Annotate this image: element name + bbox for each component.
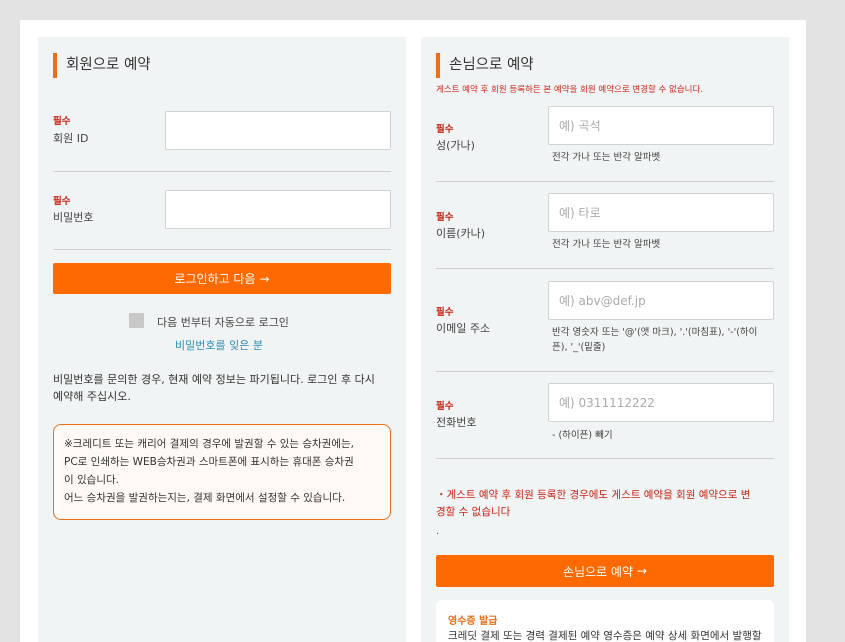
- email-input[interactable]: [548, 281, 774, 320]
- divider: [436, 181, 774, 182]
- member-reservation-panel: 회원으로 예약 필수 회원 ID 필수 비밀번호 로그인하고 다음 → 다음 번…: [38, 37, 406, 642]
- guest-warning: ・게스트 예약 후 회원 등록한 경우에도 게스트 예약을 회원 예약으로 변 …: [436, 487, 776, 521]
- autologin-checkbox[interactable]: [129, 313, 144, 328]
- ticket-notice-line: 어느 승차권을 발권하는지는, 결제 화면에서 설정할 수 있습니다.: [64, 492, 346, 504]
- given-name-input[interactable]: [548, 193, 774, 232]
- guest-reserve-button[interactable]: 손님으로 예약 →: [436, 555, 774, 587]
- guest-reserve-label: 손님으로 예약: [562, 564, 633, 579]
- given-name-label: 이름(카나): [436, 227, 486, 240]
- divider: [436, 458, 774, 459]
- guest-subnote: 게스트 예약 후 회원 등록하든 본 예약을 회원 예약으로 변경할 수 없습니…: [436, 85, 704, 95]
- ticket-notice-line: ※크레디트 또는 캐리어 결제의 경우에 발권할 수 있는 승차권에는,: [64, 438, 354, 450]
- ticket-notice-line: PC로 인쇄하는 WEB승차권과 스마트폰에 표시하는 휴대폰 승차권: [64, 456, 354, 468]
- phone-label: 전화번호: [436, 416, 477, 429]
- phone-input[interactable]: [548, 383, 774, 422]
- member-id-label: 회원 ID: [53, 132, 89, 145]
- member-id-input[interactable]: [165, 111, 391, 150]
- email-hint: 반각 영숫자 또는 '@'(앳 마크), '.'(마침표), '-'(하이 픈)…: [552, 325, 777, 355]
- login-next-button[interactable]: 로그인하고 다음 →: [53, 263, 391, 294]
- given-name-hint: 전각 가나 또는 반각 알파벳: [552, 239, 661, 250]
- trailing-dot: .: [436, 526, 440, 537]
- required-badge: 필수: [436, 401, 454, 412]
- guest-warning-line: 경할 수 없습니다: [436, 506, 511, 518]
- login-next-label: 로그인하고 다음: [174, 272, 256, 286]
- email-label: 이메일 주소: [436, 322, 491, 335]
- arrow-right-icon: →: [637, 564, 648, 578]
- notice-line: 예약해 주십시오.: [53, 390, 131, 403]
- autologin-label: 다음 번부터 자동으로 로그인: [157, 316, 289, 329]
- email-hint-line: 픈), '_'(밑줄): [552, 342, 606, 353]
- ticket-notice-line: 이 있습니다.: [64, 474, 119, 486]
- receipt-card: 영수증 발급 크레딧 결제 또는 경력 결제된 예약 영수증은 예약 상세 화면…: [436, 600, 774, 642]
- forgot-password-link[interactable]: 비밀번호를 잊은 분: [175, 337, 263, 353]
- email-hint-line: 반각 영숫자 또는 '@'(앳 마크), '.'(마침표), '-'(하이: [552, 327, 758, 338]
- arrow-right-icon: →: [259, 271, 270, 286]
- required-badge: 필수: [53, 196, 71, 207]
- password-input[interactable]: [165, 190, 391, 229]
- guest-reservation-panel: 손님으로 예약 게스트 예약 후 회원 등록하든 본 예약을 회원 예약으로 변…: [421, 37, 789, 642]
- required-badge: 필수: [436, 212, 454, 223]
- notice-line: 비밀번호를 문의한 경우, 현재 예약 정보는 파기됩니다. 로그인 후 다시: [53, 373, 375, 386]
- password-label: 비밀번호: [53, 211, 94, 224]
- page-sheet: 회원으로 예약 필수 회원 ID 필수 비밀번호 로그인하고 다음 → 다음 번…: [20, 20, 806, 642]
- phone-hint: - (하이픈) 빼기: [552, 430, 613, 441]
- ticket-notice-box: ※크레디트 또는 캐리어 결제의 경우에 발권할 수 있는 승차권에는, PC로…: [53, 424, 391, 520]
- required-badge: 필수: [436, 124, 454, 135]
- login-notice: 비밀번호를 문의한 경우, 현재 예약 정보는 파기됩니다. 로그인 후 다시 …: [53, 371, 375, 405]
- surname-input[interactable]: [548, 106, 774, 145]
- required-badge: 필수: [436, 307, 454, 318]
- receipt-title: 영수증 발급: [448, 616, 498, 627]
- surname-hint: 전각 가나 또는 반각 알파벳: [552, 152, 661, 163]
- divider: [53, 249, 391, 250]
- guest-warning-line: ・게스트 예약 후 회원 등록한 경우에도 게스트 예약을 회원 예약으로 변: [436, 489, 751, 501]
- divider: [436, 268, 774, 269]
- guest-heading: 손님으로 예약: [436, 53, 534, 78]
- divider: [436, 371, 774, 372]
- surname-label: 성(가나): [436, 139, 475, 152]
- receipt-body: 크레딧 결제 또는 경력 결제된 예약 영수증은 예약 상세 화면에서 발행할: [448, 630, 762, 642]
- required-badge: 필수: [53, 116, 71, 127]
- divider: [53, 171, 391, 172]
- member-heading: 회원으로 예약: [53, 53, 151, 78]
